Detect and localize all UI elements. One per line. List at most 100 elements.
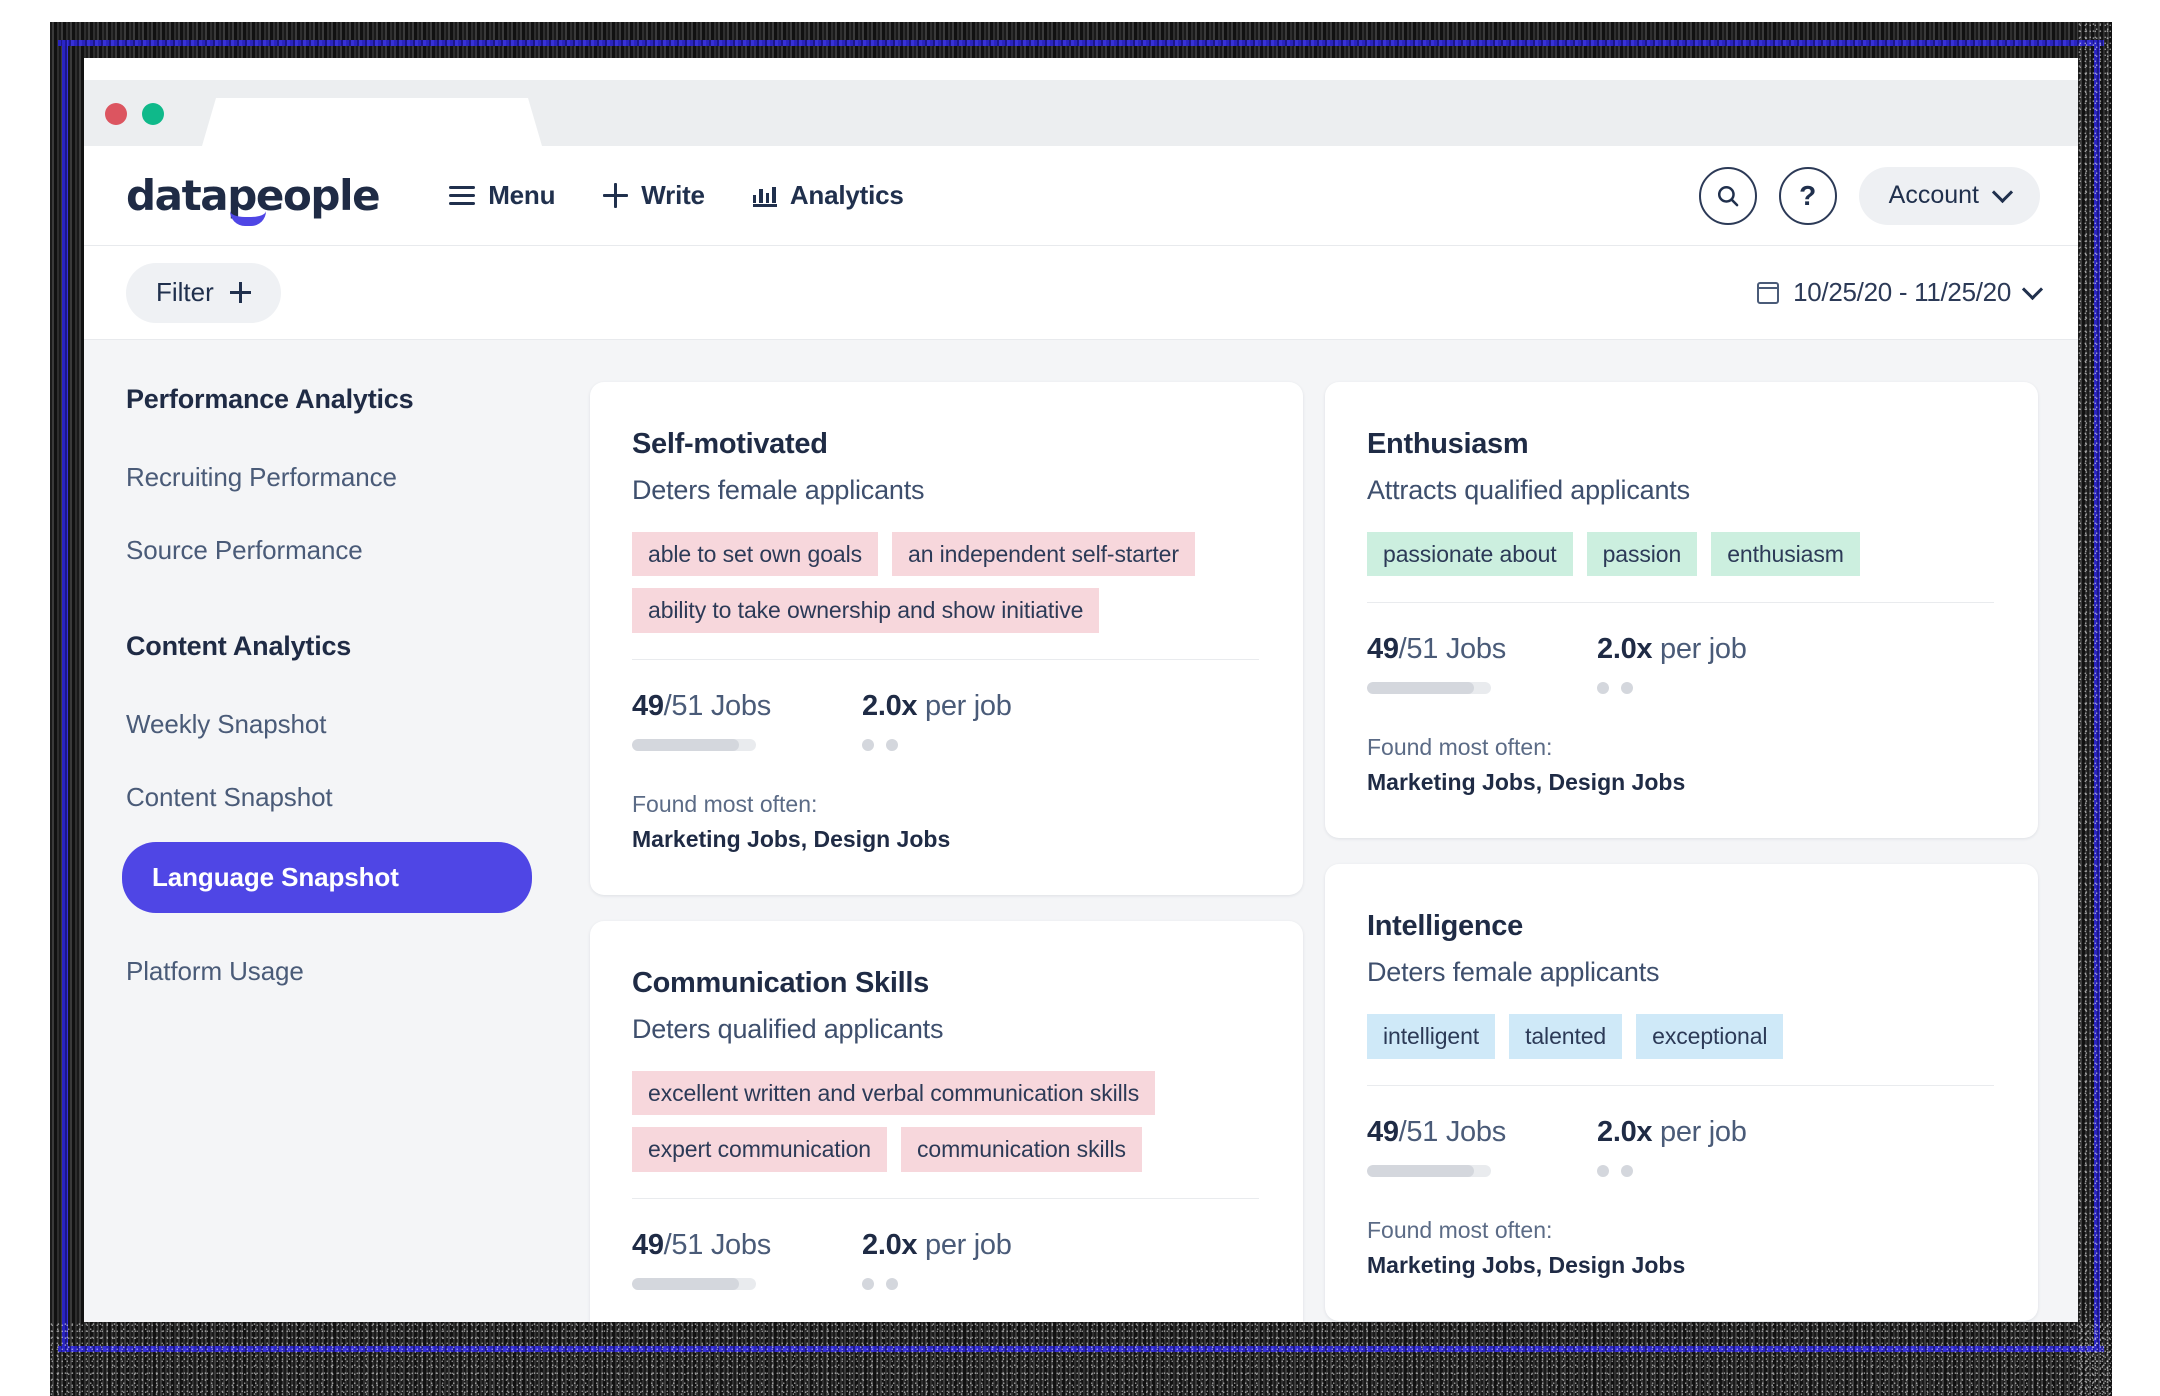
per-job-suffix: per job: [917, 689, 1012, 722]
found-most-often-label: Found most often:: [1367, 734, 1553, 761]
language-card[interactable]: Enthusiasm Attracts qualified applicants p…: [1325, 382, 2038, 839]
search-icon: [1717, 185, 1739, 206]
datapeople-logo[interactable]: datapeople: [126, 174, 381, 226]
jobs-metric: 49/51 Jobs: [1367, 633, 1597, 695]
bar-chart-icon: [752, 185, 777, 207]
phrase-tag[interactable]: intelligent: [1367, 1014, 1496, 1059]
card-subtitle: Deters qualified applicants: [632, 1013, 944, 1044]
nav-write-label: Write: [641, 180, 705, 210]
jobs-metric: 49/51 Jobs: [632, 1229, 862, 1290]
sidebar-item-platform-usage[interactable]: Platform Usage: [126, 943, 574, 1000]
per-job-suffix: per job: [917, 1228, 1012, 1261]
per-job-multiplier: 2.0x: [1597, 633, 1653, 666]
per-job-metric: 2.0x per job: [1597, 633, 1827, 695]
maximize-window-button[interactable]: [142, 103, 164, 125]
phrase-tag[interactable]: able to set own goals: [632, 532, 878, 577]
account-label: Account: [1888, 181, 1979, 209]
frame-accent-top: [58, 40, 2104, 46]
browser-titlebar: [84, 80, 2078, 146]
add-filter-button[interactable]: Filter: [126, 262, 281, 323]
jobs-count: 49: [1367, 1115, 1399, 1148]
card-metrics: 49/51 Jobs 2.0x per job: [632, 1229, 1259, 1290]
language-card[interactable]: Intelligence Deters female applicants inte…: [1325, 864, 2038, 1321]
language-card[interactable]: Communication Skills Deters qualified app…: [590, 920, 1303, 1322]
card-subtitle: Deters female applicants: [1367, 957, 1660, 988]
help-button[interactable]: ?: [1778, 166, 1837, 225]
jobs-suffix: Jobs: [1445, 633, 1506, 666]
close-window-button[interactable]: [105, 103, 127, 125]
per-job-dot: [1597, 682, 1609, 695]
per-job-dots: [1597, 1164, 1827, 1177]
tag-list: passionate about passion enthusiasm: [1367, 532, 1994, 577]
sidebar-item-language-snapshot[interactable]: Language Snapshot: [122, 842, 532, 913]
nav-analytics[interactable]: Analytics: [752, 180, 904, 211]
phrase-tag[interactable]: passion: [1586, 532, 1698, 577]
account-menu-button[interactable]: Account: [1858, 166, 2040, 225]
card-divider: [632, 658, 1259, 660]
per-job-metric-value: 2.0x per job: [1597, 633, 1827, 666]
per-job-suffix: per job: [1652, 1115, 1747, 1148]
phrase-tag[interactable]: enthusiasm: [1711, 532, 1860, 577]
phrase-tag[interactable]: passionate about: [1367, 532, 1573, 577]
sidebar-item-weekly-snapshot[interactable]: Weekly Snapshot: [126, 696, 574, 753]
edge-notch: [2138, 1238, 2160, 1258]
phrase-tag[interactable]: communication skills: [901, 1127, 1142, 1172]
chevron-down-icon: [2021, 278, 2044, 301]
sidebar-item-source-performance[interactable]: Source Performance: [126, 522, 574, 579]
card-metrics: 49/51 Jobs 2.0x per job: [632, 690, 1259, 751]
jobs-metric-value: 49/51 Jobs: [632, 690, 862, 723]
found-most-often-value: Marketing Jobs, Design Jobs: [632, 825, 951, 852]
phrase-tag[interactable]: talented: [1509, 1014, 1623, 1059]
phrase-tag[interactable]: ability to take ownership and show initi…: [632, 588, 1100, 633]
per-job-suffix: per job: [1652, 633, 1747, 666]
edge-notch: [2138, 856, 2160, 884]
jobs-progress-bar: [1367, 682, 1491, 695]
jobs-progress-fill: [632, 1277, 739, 1290]
sidebar-heading-performance: Performance Analytics: [126, 384, 414, 414]
frame-accent-left: [62, 40, 68, 1352]
per-job-dot: [1621, 682, 1633, 695]
filter-label: Filter: [156, 277, 214, 307]
per-job-dot: [862, 738, 874, 751]
nav-write[interactable]: Write: [603, 180, 705, 211]
edge-notch: [2138, 1062, 2160, 1088]
jobs-metric-value: 49/51 Jobs: [1367, 633, 1597, 666]
card-divider: [1367, 1084, 1994, 1086]
sidebar-item-recruiting-performance[interactable]: Recruiting Performance: [126, 449, 574, 506]
sidebar-item-content-snapshot[interactable]: Content Snapshot: [126, 769, 574, 826]
edge-notch: [0, 680, 22, 698]
date-range-picker[interactable]: 10/25/20 - 11/25/20: [1756, 277, 2044, 308]
search-button[interactable]: [1698, 166, 1757, 225]
per-job-metric-value: 2.0x per job: [1597, 1116, 1827, 1149]
jobs-progress-bar: [632, 738, 756, 751]
found-most-often-label: Found most often:: [1367, 1216, 1553, 1243]
cards-column-right: Enthusiasm Attracts qualified applicants p…: [1325, 382, 2038, 1322]
question-mark-icon: ?: [1799, 179, 1817, 211]
jobs-metric: 49/51 Jobs: [1367, 1116, 1597, 1177]
phrase-tag[interactable]: excellent written and verbal communicati…: [632, 1070, 1156, 1116]
per-job-dot: [886, 1277, 898, 1290]
plus-icon: [603, 183, 629, 208]
card-subtitle: Deters female applicants: [632, 475, 925, 505]
app-header: datapeople Menu Write Analytics ? Accoun…: [84, 146, 2078, 246]
nav-menu[interactable]: Menu: [449, 180, 555, 211]
edge-notch: [2138, 1000, 2160, 1022]
card-title: Communication Skills: [632, 966, 929, 999]
jobs-total: /51: [1398, 1115, 1439, 1148]
card-metrics: 49/51 Jobs 2.0x per job: [1367, 1116, 1994, 1177]
per-job-dots: [862, 1277, 1092, 1290]
phrase-tag[interactable]: an independent self-starter: [892, 532, 1195, 577]
card-divider: [1367, 602, 1994, 604]
edge-notch: [2138, 404, 2160, 428]
phrase-tag[interactable]: exceptional: [1636, 1014, 1784, 1059]
browser-window: datapeople Menu Write Analytics ? Accoun…: [84, 80, 2078, 1322]
phrase-tag[interactable]: expert communication: [632, 1127, 887, 1172]
browser-tab[interactable]: [202, 98, 542, 146]
card-metrics: 49/51 Jobs 2.0x per job: [1367, 633, 1994, 695]
cards-column-left: Self-motivated Deters female applicants ab…: [590, 382, 1303, 1322]
language-card[interactable]: Self-motivated Deters female applicants ab…: [590, 382, 1303, 895]
per-job-metric: 2.0x per job: [1597, 1116, 1827, 1177]
per-job-multiplier: 2.0x: [862, 1228, 918, 1261]
jobs-count: 49: [1367, 633, 1399, 666]
jobs-metric: 49/51 Jobs: [632, 690, 862, 751]
